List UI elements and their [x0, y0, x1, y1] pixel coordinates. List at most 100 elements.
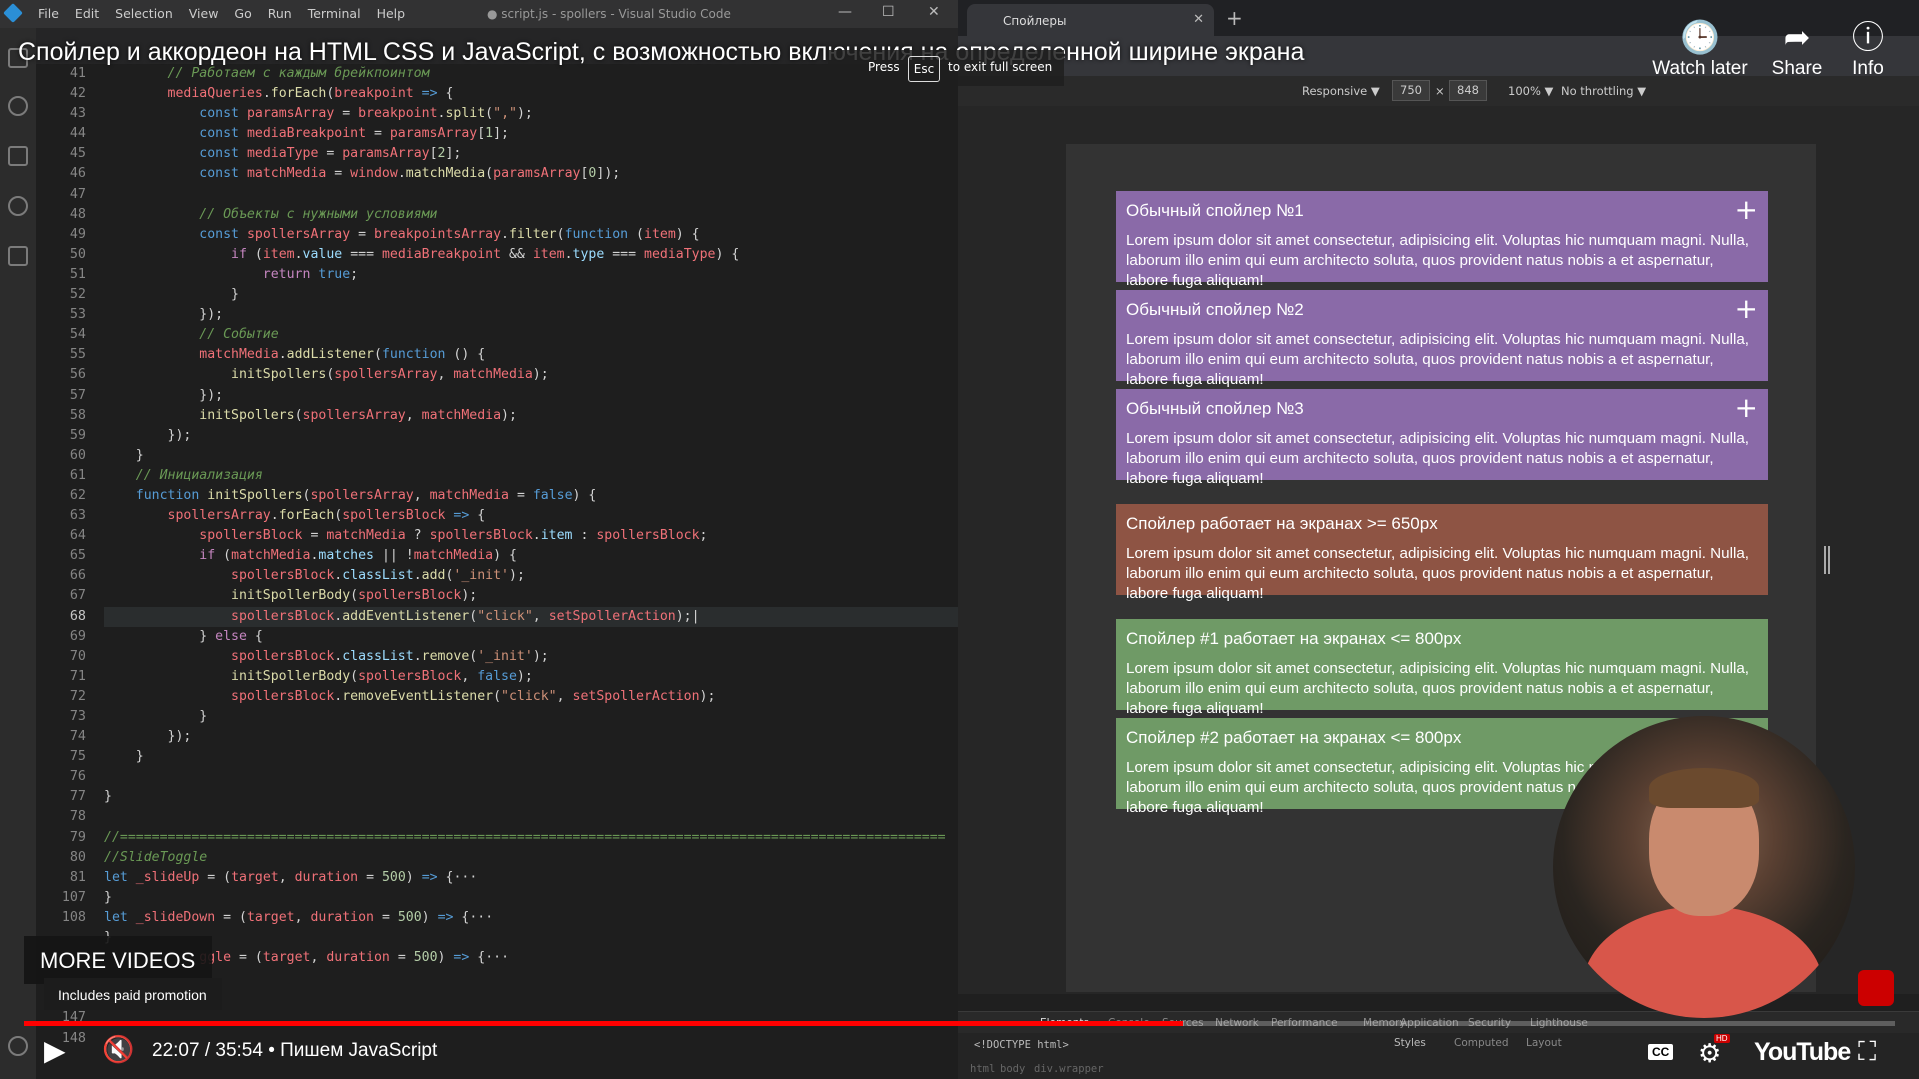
line-number: 43 [69, 106, 86, 122]
search-icon[interactable] [8, 96, 28, 116]
viewport-height-input[interactable]: 848 [1449, 80, 1487, 101]
spoiler-item[interactable]: Спойлер работает на экранах >= 650px Lor… [1116, 504, 1768, 602]
line-number: 49 [69, 226, 86, 242]
menu-edit[interactable]: Edit [67, 6, 107, 23]
vscode-titlebar: File Edit Selection View Go Run Terminal… [0, 0, 958, 28]
code-line: spollersBlock.removeEventListener("click… [231, 688, 716, 704]
code-line: matchMedia.addListener(function () { [199, 347, 486, 363]
code-line: } [104, 447, 144, 463]
info-label: Info [1852, 58, 1884, 79]
line-number: 68 [69, 608, 86, 624]
plus-icon[interactable]: + [1735, 295, 1758, 323]
spoiler-title[interactable]: Обычный спойлер №2 [1126, 300, 1758, 322]
menu-selection[interactable]: Selection [107, 6, 181, 23]
esc-press-text: Press [868, 60, 900, 74]
player-controls: ▶ 🔇 22:07 / 35:54 • Пишем JavaScript CC … [0, 1030, 1919, 1079]
responsive-dropdown[interactable]: Responsive ▼ [1302, 84, 1380, 98]
menu-help[interactable]: Help [369, 6, 414, 23]
progress-bar[interactable] [24, 1021, 1895, 1026]
code-line: //SlideToggle [104, 849, 208, 865]
line-number: 66 [69, 568, 86, 584]
code-line: // Объекты с нужными условиями [199, 206, 438, 222]
spoiler-title[interactable]: Спойлер работает на экранах >= 650px [1126, 514, 1758, 536]
menu-run[interactable]: Run [260, 6, 300, 23]
close-icon[interactable]: ✕ [928, 4, 940, 20]
spoiler-item[interactable]: Обычный спойлер №1 + Lorem ipsum dolor s… [1116, 191, 1768, 289]
minimize-icon[interactable]: — [838, 4, 852, 20]
share-icon: ➦ [1783, 19, 1811, 55]
extensions-icon[interactable] [8, 146, 28, 166]
exit-fullscreen-icon[interactable]: ⛶ [1858, 1036, 1876, 1068]
line-number: 53 [69, 307, 86, 323]
line-number: 48 [69, 206, 86, 222]
spoiler-title[interactable]: Спойлер #1 работает на экранах <= 800px [1126, 629, 1758, 651]
line-number: 45 [69, 146, 86, 162]
share-label: Share [1771, 58, 1823, 79]
resize-handle[interactable] [1824, 546, 1830, 574]
code-line-current: spollersBlock.addEventListener("click", … [104, 606, 958, 627]
spoiler-title[interactable]: Обычный спойлер №1 [1126, 201, 1758, 223]
vscode-window-title: ● script.js - spollers - Visual Studio C… [487, 7, 731, 21]
line-number: 50 [69, 246, 86, 262]
code-line: initSpollers(spollersArray, matchMedia); [231, 367, 549, 383]
viewport-width-input[interactable]: 750 [1392, 80, 1430, 101]
line-number: 41 [69, 66, 86, 81]
folder-icon[interactable] [8, 246, 28, 266]
video-title[interactable]: Спойлер и аккордеон на HTML CSS и JavaSc… [18, 38, 1304, 67]
channel-logo-icon[interactable] [1858, 970, 1894, 1006]
spoiler-item[interactable]: Обычный спойлер №3 + Lorem ipsum dolor s… [1116, 389, 1768, 487]
watch-later-label: Watch later [1652, 58, 1748, 79]
line-number: 62 [69, 487, 86, 503]
code-line: } [104, 709, 208, 724]
source-control-icon[interactable] [8, 196, 28, 216]
info-button[interactable]: ⓘ Info [1838, 20, 1898, 80]
spoiler-body: Lorem ipsum dolor sit amet consectetur, … [1126, 331, 1749, 388]
menu-view[interactable]: View [181, 6, 227, 23]
zoom-dropdown[interactable]: 100% ▼ [1508, 84, 1553, 98]
code-line: }); [104, 729, 192, 745]
menu-terminal[interactable]: Terminal [300, 6, 369, 23]
spoiler-title[interactable]: Обычный спойлер №3 [1126, 399, 1758, 421]
code-line: }); [104, 427, 192, 443]
line-number: 76 [69, 769, 86, 785]
browser-tab[interactable]: Спойлеры ✕ [967, 4, 1214, 36]
spoiler-item[interactable]: Спойлер #1 работает на экранах <= 800px … [1116, 619, 1768, 717]
line-number: 69 [69, 628, 86, 644]
play-icon[interactable]: ▶ [44, 1034, 66, 1067]
code-line: // Событие [199, 327, 279, 343]
plus-icon[interactable]: + [1735, 196, 1758, 224]
line-number: 52 [69, 287, 86, 303]
throttling-dropdown[interactable]: No throttling ▼ [1561, 84, 1646, 98]
maximize-icon[interactable]: ☐ [882, 4, 895, 20]
code-line: const paramsArray = breakpoint.split(","… [199, 106, 533, 122]
esc-suffix-text: to exit full screen [948, 60, 1053, 74]
line-number: 71 [69, 668, 86, 684]
line-number: 107 [61, 889, 86, 905]
code-line: let _slideUp = (target, duration = 500) … [104, 869, 478, 885]
menu-go[interactable]: Go [226, 6, 259, 23]
mute-icon[interactable]: 🔇 [102, 1034, 134, 1065]
code-line: spollersBlock.classList.remove('_init'); [231, 648, 549, 664]
watch-later-button[interactable]: 🕒 Watch later [1645, 20, 1755, 80]
cc-button[interactable]: CC [1648, 1044, 1674, 1060]
line-number: 75 [69, 749, 86, 765]
code-line: } [104, 287, 239, 303]
share-button[interactable]: ➦ Share [1762, 20, 1832, 80]
line-number: 55 [69, 347, 86, 363]
presenter-webcam [1553, 716, 1855, 1018]
plus-icon[interactable]: + [1735, 394, 1758, 422]
line-number: 79 [69, 829, 86, 845]
code-line: initSpollerBody(spollersBlock, false); [231, 668, 533, 684]
code-editor[interactable]: 41 42 43 44 45 46 47 48 49 50 51 52 53 54 55 56 57 58 59 60… [36, 64, 958, 1079]
more-videos-button[interactable]: MORE VIDEOS [24, 936, 212, 984]
line-number: 54 [69, 327, 86, 343]
youtube-logo[interactable]: YouTube [1754, 1038, 1851, 1067]
line-number: 70 [69, 648, 86, 664]
spoiler-item[interactable]: Обычный спойлер №2 + Lorem ipsum dolor s… [1116, 290, 1768, 388]
line-number: 72 [69, 688, 86, 704]
menu-file[interactable]: File [30, 6, 67, 23]
tab-close-icon[interactable]: ✕ [1193, 12, 1204, 27]
new-tab-icon[interactable]: + [1226, 6, 1243, 30]
paid-promotion-label: Includes paid promotion [44, 978, 222, 1010]
